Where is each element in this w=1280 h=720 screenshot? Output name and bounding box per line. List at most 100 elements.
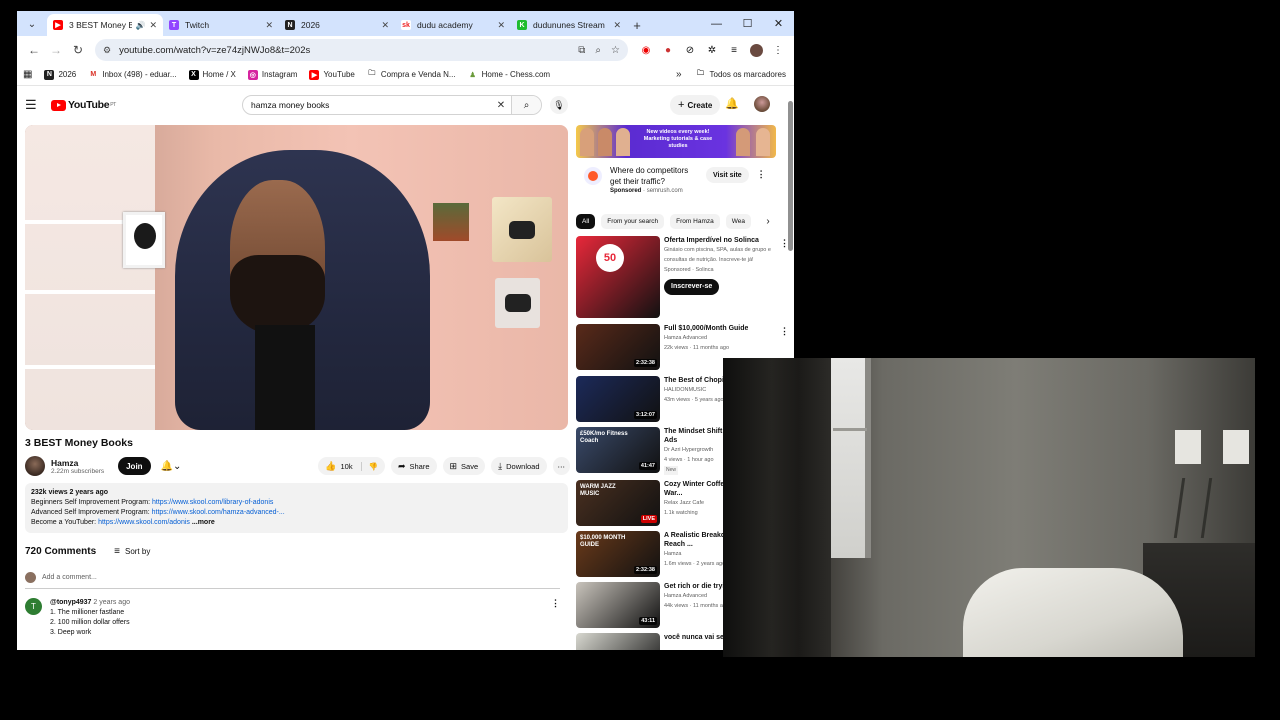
- youtube-page: ☰ YouTube PT hamza money books ✕ ⌕ 🎙 + Cre…: [17, 88, 794, 650]
- ad-card[interactable]: Where do competitors get their traffic? …: [576, 165, 776, 195]
- subscription-bell-icon[interactable]: 🔔⌄: [161, 461, 182, 472]
- youtube-extension-icon[interactable]: ◉: [636, 40, 656, 60]
- forward-button[interactable]: →: [45, 39, 67, 61]
- share-button[interactable]: ➦ Share: [390, 457, 437, 475]
- like-button[interactable]: 👍 10k 👎: [318, 457, 385, 475]
- youtube-logo[interactable]: YouTube PT: [51, 99, 116, 111]
- ad-person: [756, 128, 770, 156]
- sort-by-button[interactable]: ≡ Sort by: [114, 546, 150, 557]
- comment-menu-icon[interactable]: ⋮: [551, 598, 560, 638]
- bookmark-item[interactable]: M Inbox (498) - eduar...: [88, 69, 177, 80]
- site-info-icon[interactable]: ⚙: [103, 45, 111, 56]
- sort-icon: ≡: [114, 546, 120, 557]
- menu-icon[interactable]: ☰: [25, 97, 45, 113]
- save-button[interactable]: ⊞ Save: [442, 457, 486, 475]
- video-thumbnail[interactable]: 3:12:07: [576, 376, 660, 422]
- clear-search-icon[interactable]: ✕: [491, 100, 511, 111]
- bookmark-item[interactable]: ◎ Instagram: [247, 69, 297, 80]
- video-thumbnail[interactable]: 43:11: [576, 582, 660, 628]
- visit-site-button[interactable]: Visit site: [706, 167, 749, 183]
- ad-banner[interactable]: New videos every week! Marketing tutoria…: [576, 125, 776, 158]
- show-more-link[interactable]: ...more: [192, 519, 215, 526]
- bookmark-item[interactable]: ▶ YouTube: [309, 69, 355, 80]
- close-tab-icon[interactable]: ✕: [149, 20, 157, 31]
- recommended-video[interactable]: 50 Oferta Imperdível no Solinca Ginásio co…: [576, 236, 789, 318]
- video-player[interactable]: [25, 125, 568, 430]
- close-tab-icon[interactable]: ✕: [265, 20, 273, 31]
- maximize-button[interactable]: ☐: [732, 11, 763, 36]
- commenter-avatar[interactable]: T: [25, 598, 42, 615]
- voice-search-icon[interactable]: 🎙: [550, 96, 568, 114]
- video-thumbnail[interactable]: 50: [576, 236, 660, 318]
- search-button[interactable]: ⌕: [511, 96, 541, 114]
- close-tab-icon[interactable]: ✕: [497, 20, 505, 31]
- scrollbar-thumb[interactable]: [788, 101, 793, 251]
- filter-chip[interactable]: Wea: [725, 214, 751, 229]
- video-thumbnail[interactable]: WARM JAZZ MUSIC LIVE: [576, 480, 660, 526]
- tab-3[interactable]: sk dudu academy ✕: [395, 14, 511, 36]
- profile-avatar[interactable]: [746, 40, 766, 60]
- bookmark-item[interactable]: X Home / X: [188, 69, 236, 80]
- bookmark-star-icon[interactable]: ☆: [611, 45, 620, 56]
- tab-2[interactable]: N 2026 ✕: [279, 14, 395, 36]
- reload-button[interactable]: ↻: [67, 39, 89, 61]
- channel-name[interactable]: Hamza: [51, 458, 104, 468]
- description-link[interactable]: https://www.skool.com/library-of-adonis: [152, 499, 273, 506]
- description-link[interactable]: https://www.skool.com/adonis: [98, 519, 190, 526]
- close-window-button[interactable]: ✕: [763, 11, 794, 36]
- back-button[interactable]: ←: [23, 39, 45, 61]
- filter-chip[interactable]: From your search: [601, 214, 665, 229]
- bookmark-item[interactable]: ♟ Home - Chess.com: [468, 70, 550, 80]
- bookmark-item[interactable]: 🗀 Compra e Venda N...: [367, 70, 455, 80]
- bookmark-item[interactable]: N 2026: [44, 69, 76, 80]
- channel-avatar[interactable]: [25, 456, 45, 476]
- all-bookmarks-folder[interactable]: 🗀 Todos os marcadores: [696, 70, 786, 80]
- zoom-icon[interactable]: ⌕: [595, 45, 601, 56]
- close-tab-icon[interactable]: ✕: [381, 20, 389, 31]
- filter-chip[interactable]: All: [576, 214, 596, 229]
- video-thumbnail[interactable]: £50K/mo Fitness Coach 41:47: [576, 427, 660, 473]
- subscribe-cta-button[interactable]: Inscrever-se: [664, 279, 720, 295]
- extensions-puzzle-icon[interactable]: ✲: [702, 40, 722, 60]
- video-thumbnail[interactable]: 2:32:38: [576, 324, 660, 370]
- thumbs-down-icon[interactable]: 👎: [360, 461, 378, 471]
- description-link[interactable]: https://www.skool.com/hamza-advanced-...: [152, 509, 285, 516]
- tab-1[interactable]: T Twitch ✕: [163, 14, 279, 36]
- comment-author[interactable]: @tonyp4937: [50, 599, 91, 606]
- minimize-button[interactable]: —: [701, 11, 732, 36]
- video-thumbnail[interactable]: [576, 633, 660, 650]
- account-avatar[interactable]: [754, 96, 770, 112]
- filter-chip[interactable]: From Hamza: [670, 214, 720, 229]
- tab-4[interactable]: K dudununes Stream ✕: [511, 14, 627, 36]
- tab-0[interactable]: ▶ 3 BEST Money Bo 🔊 ✕: [47, 14, 163, 36]
- chevron-right-icon[interactable]: ›: [761, 216, 775, 227]
- video-description[interactable]: 232k views 2 years ago Beginners Self Im…: [25, 483, 568, 533]
- download-button[interactable]: ⤓ Download: [491, 457, 547, 475]
- search-query[interactable]: hamza money books: [251, 100, 491, 110]
- recommended-title[interactable]: The Best of Chopin: [664, 376, 728, 385]
- tab-search-button[interactable]: ⌄: [21, 15, 43, 33]
- new-tab-button[interactable]: +: [627, 15, 647, 35]
- create-button[interactable]: + Create: [670, 95, 721, 115]
- search-input[interactable]: hamza money books ✕ ⌕: [242, 95, 542, 115]
- bookmarks-overflow-icon[interactable]: »: [676, 69, 682, 80]
- close-tab-icon[interactable]: ✕: [613, 20, 621, 31]
- play-button-plaque: [492, 197, 552, 262]
- browser-menu-icon[interactable]: ⋮: [768, 40, 788, 60]
- media-control-icon[interactable]: ≡: [724, 40, 744, 60]
- blocker-extension-icon[interactable]: ⊘: [680, 40, 700, 60]
- recommended-title[interactable]: Oferta Imperdível no Solinca: [664, 236, 781, 245]
- add-comment-field[interactable]: Add a comment...: [25, 572, 560, 589]
- install-app-icon[interactable]: ⧉: [578, 45, 585, 56]
- apps-grid-icon[interactable]: ▦: [23, 69, 32, 80]
- join-button[interactable]: Join: [118, 457, 151, 475]
- video-thumbnail[interactable]: $10,000 MONTH GUIDE 2:32:38: [576, 531, 660, 577]
- more-actions-button[interactable]: ⋯: [552, 457, 570, 475]
- ad-menu-icon[interactable]: ⋮: [757, 169, 766, 195]
- notifications-icon[interactable]: 🔔: [725, 97, 739, 110]
- address-bar[interactable]: ⚙ youtube.com/watch?v=ze74zjNWJo8&t=202s…: [95, 39, 628, 61]
- speaker-icon[interactable]: 🔊: [135, 21, 145, 30]
- recommended-title[interactable]: Full $10,000/Month Guide: [664, 324, 748, 333]
- recommended-meta: 43m views · 5 years ago: [664, 397, 724, 403]
- extension-icon[interactable]: ●: [658, 40, 678, 60]
